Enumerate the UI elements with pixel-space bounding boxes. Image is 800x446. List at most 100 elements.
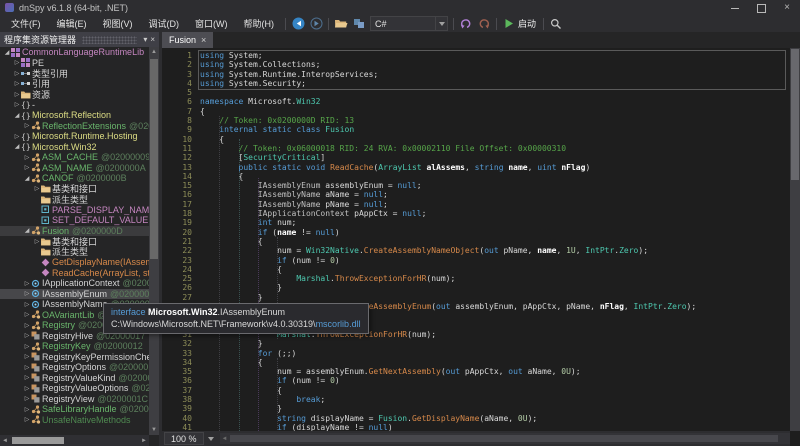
scroll-up-icon[interactable]: ▲ [149, 47, 159, 57]
scrollbar-thumb[interactable] [12, 437, 64, 444]
tree-item[interactable]: ▷ReflectionExtensions@02000002 [0, 121, 149, 132]
tree-item[interactable]: ▷RegistryOptions@02000019 [0, 362, 149, 373]
open-file-button[interactable] [332, 16, 350, 31]
expand-arrow-icon[interactable]: ▷ [23, 311, 31, 318]
expand-arrow-icon[interactable]: ▷ [23, 395, 31, 402]
sidebar-vertical-scrollbar[interactable]: ▲ ▼ [149, 47, 159, 435]
expand-arrow-icon[interactable]: ▷ [23, 385, 31, 392]
expand-arrow-icon[interactable]: ▷ [23, 122, 31, 129]
tab-fusion[interactable]: Fusion × [162, 32, 213, 48]
expand-arrow-icon[interactable]: ▷ [23, 364, 31, 371]
expand-arrow-icon[interactable]: ▷ [23, 374, 31, 381]
tree-item[interactable]: ▷基类和接口 [0, 184, 149, 195]
expand-arrow-icon[interactable]: ▷ [33, 185, 41, 192]
collapse-arrow-icon[interactable]: ◢ [13, 143, 21, 150]
navigate-forward-button[interactable] [307, 16, 325, 31]
tree-item[interactable]: ▷{}Microsoft.Runtime.Hosting [0, 131, 149, 142]
sidebar-horizontal-scrollbar[interactable]: ◄ ► [0, 435, 149, 446]
code-viewport[interactable]: 1using System;2using System.Collections;… [162, 48, 790, 431]
expand-arrow-icon[interactable]: ▷ [13, 91, 21, 98]
tree-item[interactable]: ▷{}- [0, 100, 149, 111]
menu-item[interactable]: 文件(F) [3, 15, 49, 32]
zoom-level[interactable]: 100 % [164, 432, 204, 445]
save-all-button[interactable] [350, 16, 368, 31]
expand-arrow-icon[interactable]: ▷ [13, 70, 21, 77]
panel-close-button[interactable]: × [150, 36, 155, 44]
menu-item[interactable]: 帮助(H) [236, 15, 283, 32]
start-button[interactable]: 启动 [500, 17, 540, 30]
tree-item[interactable]: ▷ASM_CACHE@02000009 [0, 152, 149, 163]
panel-menu-button[interactable]: ▾ [143, 36, 147, 44]
redo-button[interactable] [475, 16, 493, 31]
expand-arrow-icon[interactable]: ▷ [23, 353, 31, 360]
tree-item[interactable]: ▷RegistryKeyPermissionCheck@02000018 [0, 352, 149, 363]
collapse-arrow-icon[interactable]: ◢ [23, 227, 31, 234]
tree-item[interactable]: ▷UnsafeNativeMethods [0, 415, 149, 426]
tree-item[interactable]: ▷RegistryKey@02000012 [0, 341, 149, 352]
editor-horizontal-scrollbar[interactable]: ◄ [220, 433, 790, 444]
expand-arrow-icon[interactable]: ▷ [13, 101, 21, 108]
tree-item[interactable]: ▷PE [0, 58, 149, 69]
expand-arrow-icon[interactable]: ▷ [23, 322, 31, 329]
assembly-tree[interactable]: ◢CommonLanguageRuntimeLib▷PE▷类型引用▷引用▷资源▷… [0, 47, 149, 435]
expand-arrow-icon[interactable]: ▷ [23, 343, 31, 350]
expand-arrow-icon[interactable]: ▷ [13, 133, 21, 140]
tree-item[interactable]: ◢CANOF@0200000B [0, 173, 149, 184]
tree-item[interactable]: ▷类型引用 [0, 68, 149, 79]
tree-item[interactable]: GetDisplayName(IAssemblyName [0, 257, 149, 268]
scroll-left-icon[interactable]: ◄ [0, 438, 10, 444]
tree-item[interactable]: ▷RegistryView@0200001C [0, 394, 149, 405]
tree-item[interactable]: ◢CommonLanguageRuntimeLib [0, 47, 149, 58]
tab-close-icon[interactable]: × [201, 35, 206, 45]
menu-item[interactable]: 调试(D) [141, 15, 188, 32]
collapse-arrow-icon[interactable]: ◢ [3, 49, 11, 56]
tree-item[interactable]: SET_DEFAULT_VALUE [0, 215, 149, 226]
undo-button[interactable] [457, 16, 475, 31]
scrollbar-thumb[interactable] [150, 59, 158, 259]
expand-arrow-icon[interactable]: ▷ [23, 280, 31, 287]
expand-arrow-icon[interactable]: ▷ [13, 59, 21, 66]
search-button[interactable] [547, 16, 565, 31]
zoom-dropdown-button[interactable] [205, 432, 217, 445]
scroll-right-icon[interactable]: ► [139, 438, 149, 444]
expand-arrow-icon[interactable]: ▷ [23, 301, 31, 308]
maximize-button[interactable] [748, 0, 774, 16]
tree-item[interactable]: ▷资源 [0, 89, 149, 100]
expand-arrow-icon[interactable]: ▷ [23, 332, 31, 339]
tree-item[interactable]: ▷RegistryValueOptions@0200001B [0, 383, 149, 394]
menu-item[interactable]: 编辑(E) [49, 15, 95, 32]
expand-arrow-icon[interactable]: ▷ [13, 80, 21, 87]
navigate-back-button[interactable] [289, 16, 307, 31]
menu-item[interactable]: 窗口(W) [187, 15, 236, 32]
collapse-arrow-icon[interactable]: ◢ [13, 112, 21, 119]
minimize-button[interactable] [722, 0, 748, 16]
language-select[interactable]: C# [370, 16, 448, 31]
tree-item[interactable]: ▷IApplicationContext@0200000E [0, 278, 149, 289]
scroll-left-icon[interactable]: ◄ [220, 436, 230, 442]
editor-vertical-scrollbar[interactable] [790, 48, 800, 431]
tree-item[interactable]: ▷RegistryValueKind@0200001A [0, 373, 149, 384]
tree-item[interactable]: 派生类型 [0, 247, 149, 258]
expand-arrow-icon[interactable]: ▷ [23, 164, 31, 171]
tree-item[interactable]: ReadCache(ArrayList, string [0, 268, 149, 279]
scrollbar-thumb[interactable] [230, 435, 778, 442]
tree-item[interactable]: ▷SafeLibraryHandle@0200001D [0, 404, 149, 415]
menu-item[interactable]: 视图(V) [95, 15, 141, 32]
tree-item[interactable]: ▷IAssemblyEnum@0200000F [0, 289, 149, 300]
tree-item[interactable]: 派生类型 [0, 194, 149, 205]
scroll-down-icon[interactable]: ▼ [149, 425, 159, 435]
tree-item[interactable]: ▷引用 [0, 79, 149, 90]
tree-item[interactable]: ◢{}Microsoft.Win32 [0, 142, 149, 153]
close-button[interactable]: × [774, 0, 800, 16]
expand-arrow-icon[interactable]: ▷ [23, 416, 31, 423]
tree-item[interactable]: ▷ASM_NAME@0200000A [0, 163, 149, 174]
tree-item[interactable]: ▷基类和接口 [0, 236, 149, 247]
collapse-arrow-icon[interactable]: ◢ [23, 175, 31, 182]
expand-arrow-icon[interactable]: ▷ [23, 290, 31, 297]
tree-item[interactable]: PARSE_DISPLAY_NAME [0, 205, 149, 216]
expand-arrow-icon[interactable]: ▷ [23, 154, 31, 161]
expand-arrow-icon[interactable]: ▷ [23, 406, 31, 413]
scrollbar-thumb[interactable] [791, 49, 799, 180]
tree-item[interactable]: ◢{}Microsoft.Reflection [0, 110, 149, 121]
tree-item[interactable]: ◢Fusion@0200000D [0, 226, 149, 237]
